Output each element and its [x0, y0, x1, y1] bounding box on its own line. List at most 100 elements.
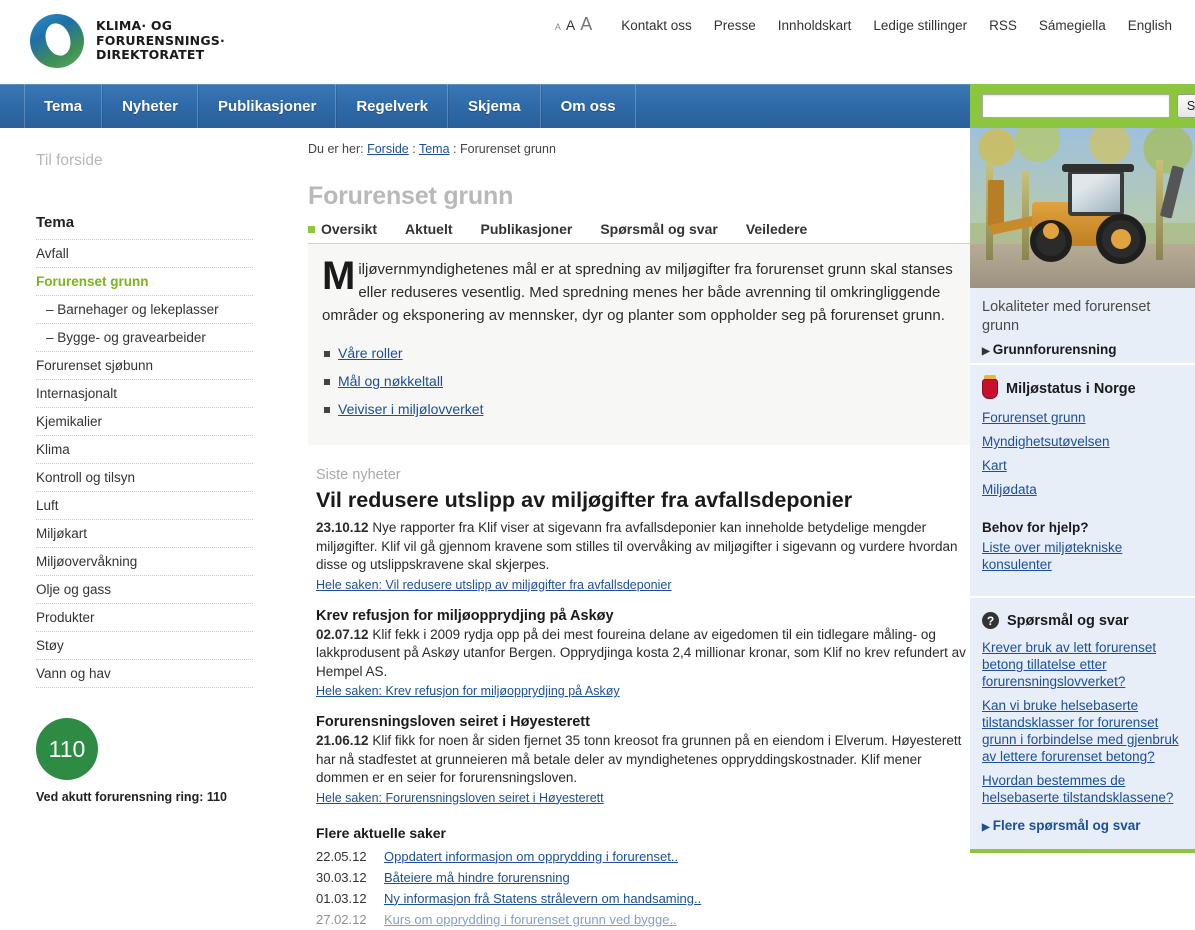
breadcrumb: Du er her: Forside : Tema : Forurenset g…: [308, 140, 970, 156]
sidebar-item-kjemikalier[interactable]: Kjemikalier: [36, 408, 253, 436]
news-title: Forurensningsloven seiret i Høyesterett: [316, 714, 590, 730]
font-size-small[interactable]: A: [555, 22, 561, 32]
more-news-list: 22.05.12 Oppdatert informasjon om oppryd…: [316, 846, 970, 930]
news-section-label: Siste nyheter: [316, 467, 401, 483]
sidebar-item-avfall[interactable]: Avfall: [36, 240, 253, 268]
search-button[interactable]: Søk: [1177, 94, 1195, 118]
tab-aktuelt[interactable]: Aktuelt: [405, 221, 468, 237]
sidebar-item-olje-og-gass[interactable]: Olje og gass: [36, 576, 253, 604]
news-list: Vil redusere utslipp av miljøgifter fra …: [316, 487, 970, 805]
miljostatus-link-miljodata[interactable]: Miljødata: [982, 481, 1183, 498]
tab-oversikt[interactable]: Oversikt: [308, 221, 393, 237]
faq-box: ? Spørsmål og svar Krever bruk av lett f…: [970, 596, 1195, 849]
question-mark-icon: ?: [982, 612, 999, 629]
tab-veiledere[interactable]: Veiledere: [746, 221, 824, 237]
promo-title: Lokaliteter med forurenset grunn: [982, 299, 1151, 334]
more-news-date: 30.03.12: [316, 869, 367, 885]
miljostatus-heading: Miljøstatus i Norge: [982, 375, 1183, 399]
miljostatus-link-forurenset-grunn[interactable]: Forurenset grunn: [982, 409, 1183, 426]
sidebar-item-forurenset-grunn[interactable]: Forurenset grunn: [36, 268, 253, 296]
miljostatus-heading-label: Miljøstatus i Norge: [1006, 381, 1136, 397]
top-link-rss[interactable]: RSS: [978, 18, 1028, 33]
list-item: Våre roller: [324, 345, 954, 361]
logo-icon: [30, 14, 84, 68]
font-size-medium[interactable]: A: [566, 17, 575, 33]
news-read-more-link[interactable]: Hele saken: Forurensningsloven seiret i …: [316, 791, 604, 805]
intro-link-mal-og-nokkeltall[interactable]: Mål og nøkkeltall: [338, 373, 443, 389]
tab-publikasjoner[interactable]: Publikasjoner: [481, 221, 589, 237]
nav-item-om-oss[interactable]: Om oss: [540, 84, 636, 128]
faq-link-1[interactable]: Krever bruk av lett forurenset betong ti…: [982, 639, 1183, 690]
font-size-large[interactable]: A: [580, 14, 592, 35]
sidebar-item-miljoovervakning[interactable]: Miljøovervåkning: [36, 548, 253, 576]
faq-link-3[interactable]: Hvordan bestemmes de helsebaserte tilsta…: [982, 772, 1183, 806]
active-tab-marker-icon: [308, 225, 315, 233]
top-link-ledige-stillinger[interactable]: Ledige stillinger: [862, 18, 978, 33]
breadcrumb-prefix: Du er her:: [308, 142, 364, 156]
emergency-number: 110: [36, 718, 98, 780]
sidebar-item-stoy[interactable]: Støy: [36, 632, 253, 660]
tab-sporsmal-og-svar[interactable]: Spørsmål og svar: [600, 221, 734, 237]
breadcrumb-sep-2: :: [453, 142, 457, 156]
breadcrumb-current: Forurenset grunn: [460, 142, 556, 156]
miljostatus-box: Miljøstatus i Norge Forurenset grunn Myn…: [970, 363, 1195, 596]
nav-item-publikasjoner[interactable]: Publikasjoner: [197, 84, 337, 128]
page-root: KLIMA· OG FORURENSNINGS· DIREKTORATET A …: [0, 0, 1195, 927]
miljostatus-link-myndighetsutovelsen[interactable]: Myndighetsutøvelsen: [982, 433, 1183, 450]
news-read-more-link[interactable]: Hele saken: Krev refusjon for miljøoppry…: [316, 684, 620, 698]
top-link-innholdskart[interactable]: Innholdskart: [767, 18, 863, 33]
sidebar-item-klima[interactable]: Klima: [36, 436, 253, 464]
faq-link-2[interactable]: Kan vi bruke helsebaserte tilstandsklass…: [982, 697, 1183, 765]
top-link-presse[interactable]: Presse: [703, 18, 767, 33]
breadcrumb-tema[interactable]: Tema: [419, 142, 450, 156]
sidebar-item-barnehager-og-lekeplasser[interactable]: – Barnehager og lekeplasser: [36, 296, 253, 324]
nav-item-tema[interactable]: Tema: [24, 84, 103, 128]
news-body: 21.06.12 Klif fikk for noen år siden fje…: [316, 732, 970, 788]
sidebar-item-bygge-og-gravearbeider[interactable]: – Bygge- og gravearbeider: [36, 324, 253, 352]
more-news-link[interactable]: Ny informasjon frå Statens strålevern om…: [384, 891, 701, 906]
sidebar-item-vann-og-hav[interactable]: Vann og hav: [36, 660, 253, 688]
help-link-konsulenter[interactable]: Liste over miljøtekniske konsulenter: [982, 539, 1183, 573]
sidebar-item-produkter[interactable]: Produkter: [36, 604, 253, 632]
news-read-more-link[interactable]: Hele saken: Vil redusere utslipp av milj…: [316, 578, 672, 592]
promo-box[interactable]: Lokaliteter med forurenset grunn ▶ Grunnf…: [970, 128, 1195, 363]
sidebar-item-internasjonalt[interactable]: Internasjonalt: [36, 380, 253, 408]
page-content: Til forside Tema Avfall Forurenset grunn…: [0, 128, 1195, 927]
page-title: Forurenset grunn: [308, 182, 514, 210]
top-link-samegiella[interactable]: Sámegiella: [1028, 18, 1117, 33]
more-news-link[interactable]: Oppdatert informasjon om opprydding i fo…: [384, 849, 678, 864]
intro-link-vare-roller[interactable]: Våre roller: [338, 345, 403, 361]
search-area: Søk: [970, 84, 1195, 128]
list-item: 01.03.12 Ny informasjon frå Statens strå…: [316, 888, 970, 909]
breadcrumb-forside[interactable]: Forside: [367, 142, 409, 156]
font-size-controls[interactable]: A A A: [555, 14, 610, 35]
nav-item-skjema[interactable]: Skjema: [448, 84, 541, 128]
logo-line-2: FORURENSNINGS·: [96, 32, 225, 48]
sidebar-item-forurenset-sjobunn[interactable]: Forurenset sjøbunn: [36, 352, 253, 380]
logo-line-1: KLIMA· OG: [96, 18, 173, 34]
nav-item-nyheter[interactable]: Nyheter: [102, 84, 198, 128]
news-date: 21.06.12: [316, 733, 369, 748]
news-date: 02.07.12: [316, 626, 369, 642]
miljostatus-link-kart[interactable]: Kart: [982, 457, 1183, 474]
nav-item-regelverk[interactable]: Regelverk: [336, 84, 449, 128]
search-input[interactable]: [982, 94, 1170, 118]
sidebar: Til forside Tema Avfall Forurenset grunn…: [0, 128, 300, 884]
help-heading: Behov for hjelp?: [982, 520, 1089, 535]
sidebar-home-link[interactable]: Til forside: [36, 140, 300, 170]
sidebar-title: Tema: [36, 214, 253, 240]
top-link-kontakt-oss[interactable]: Kontakt oss: [610, 18, 703, 33]
sidebar-item-luft[interactable]: Luft: [36, 492, 253, 520]
promo-link[interactable]: ▶ Grunnforurensning: [982, 342, 1183, 357]
sidebar-item-kontroll-og-tilsyn[interactable]: Kontroll og tilsyn: [36, 464, 253, 492]
sidebar-item-miljokart[interactable]: Miljøkart: [36, 520, 253, 548]
promo-caption: Lokaliteter med forurenset grunn ▶ Grunnf…: [970, 288, 1195, 363]
faq-more-link[interactable]: ▶ Flere spørsmål og svar: [982, 818, 1183, 833]
faq-heading-label: Spørsmål og svar: [1007, 612, 1129, 629]
more-news-link[interactable]: Kurs om opprydding i forurenset grunn ve…: [384, 912, 677, 927]
top-link-english[interactable]: English: [1117, 18, 1183, 33]
arrow-right-icon: ▶: [982, 822, 990, 833]
site-logo[interactable]: KLIMA· OG FORURENSNINGS· DIREKTORATET: [30, 14, 225, 68]
intro-link-veiviser-i-miljolovverket[interactable]: Veiviser i miljølovverket: [338, 401, 483, 417]
more-news-link[interactable]: Båteiere må hindre forurensning: [384, 870, 570, 885]
